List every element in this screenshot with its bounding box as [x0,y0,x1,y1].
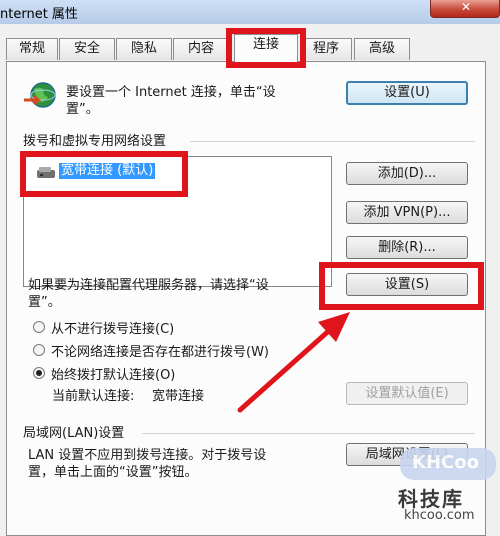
watermark-logo-text: KHCoo [412,452,479,473]
watermark-url: khcoo.com [404,508,475,523]
watermark-logo: KHCoo [400,448,496,480]
tab-connections[interactable]: 连接 [234,34,298,62]
